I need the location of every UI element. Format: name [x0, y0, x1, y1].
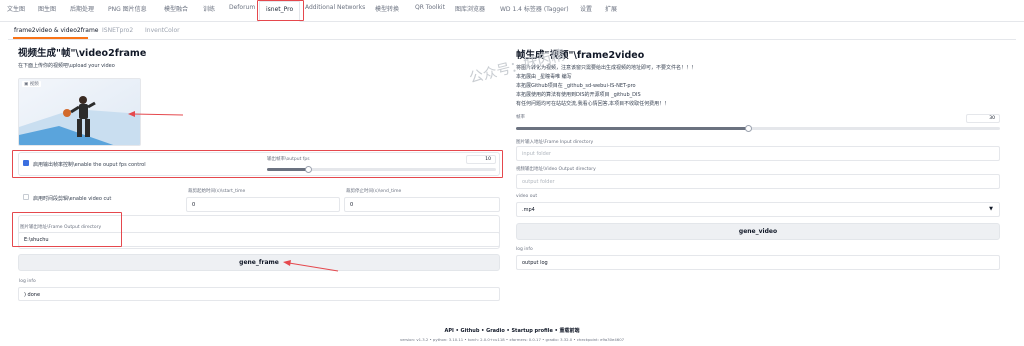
subtab-frame2video[interactable]: frame2video & video2frame	[14, 27, 99, 34]
video-icon: ▣	[24, 82, 29, 87]
end-time-label: 裁剪停止时间(s)\end_time	[346, 189, 402, 194]
right-fps-input[interactable]: 30	[966, 114, 1000, 123]
video-out-dir-input[interactable]: output folder	[516, 174, 1000, 189]
video-out-select[interactable]: .mp4 ▼	[516, 202, 1000, 217]
right-fps-label: 帧率	[516, 115, 525, 120]
start-time-input[interactable]: 0	[186, 197, 340, 212]
top-tab-bar: 文生图 图生图 后期处理 PNG 图片信息 模型融合 训练 Deforum is…	[0, 0, 1024, 22]
subtab-divider	[8, 39, 1016, 40]
upload-hint: 在下面上传你的视频吧\upload your video	[18, 63, 115, 69]
left-title: 视频生成"帧"\video2frame	[18, 48, 147, 59]
fps-slider-fill	[267, 168, 308, 171]
start-time-label: 裁剪起始时间(s)\start_time	[188, 189, 246, 194]
annotation-arrow-video	[128, 111, 184, 117]
tab-qr-toolkit[interactable]: QR Toolkit	[415, 4, 445, 11]
tab-model-merge[interactable]: 模型融合	[164, 4, 188, 13]
video-out-label: video out	[516, 194, 538, 199]
tab-tagger[interactable]: WD 1.4 标签器 (Tagger)	[500, 4, 569, 13]
video-upload[interactable]: ▣ 视频	[18, 78, 141, 146]
output-dir-label: 图片输出地址\Frame Output directory	[20, 225, 102, 230]
tab-model-convert[interactable]: 模型转换	[375, 4, 399, 13]
subtab-isnetpro2[interactable]: ISNETpro2	[102, 27, 133, 34]
input-dir-input[interactable]: input folder	[516, 146, 1000, 161]
right-desc-3: 本拓展Github项目在 _github_sd-webui-IS-NET-pro	[516, 83, 636, 89]
output-dir-input[interactable]: E:\shuchu	[18, 232, 500, 247]
right-fps-slider-knob[interactable]	[745, 125, 752, 132]
tab-gallery-browser[interactable]: 图库浏览器	[455, 4, 485, 13]
right-desc-5: 有任何问题均可在站站交流,我看心情回答,本项目不收取任何费用！！	[516, 101, 670, 107]
tab-isnet-pro[interactable]: isnet_Pro	[259, 1, 301, 22]
chevron-down-icon: ▼	[989, 206, 993, 212]
video-label: ▣ 视频	[22, 81, 41, 87]
fps-label: 输出帧率\output fps	[267, 157, 310, 162]
gene-frame-button[interactable]: gene_frame	[18, 254, 500, 271]
tab-png-info[interactable]: PNG 图片信息	[108, 4, 147, 13]
tab-extensions[interactable]: 扩展	[605, 4, 617, 13]
end-time-input[interactable]: 0	[344, 197, 500, 212]
cut-checkbox[interactable]	[23, 194, 29, 200]
left-log-output: ) done	[18, 287, 500, 301]
tab-extras[interactable]: 后期处理	[70, 4, 94, 13]
right-desc-4: 本拓展使用的算法有使用到DIS的开源项目 _github_DIS	[516, 92, 641, 98]
right-fps-slider-fill	[516, 127, 748, 130]
video-out-value: .mp4	[522, 207, 535, 213]
video-label-text: 视频	[29, 82, 39, 87]
tab-additional-networks[interactable]: Additional Networks	[305, 4, 365, 11]
tab-img2img[interactable]: 图生图	[38, 4, 56, 13]
tab-txt2img[interactable]: 文生图	[7, 4, 25, 13]
input-dir-label: 图片输入地址\Frame Input directory	[516, 140, 594, 145]
gene-video-button[interactable]: gene_video	[516, 223, 1000, 240]
video-thumbnail	[19, 79, 140, 145]
tab-settings[interactable]: 设置	[580, 4, 592, 13]
footer-links[interactable]: API • Github • Gradio • Startup profile …	[0, 327, 1024, 334]
fps-number-input[interactable]: 10	[466, 155, 496, 164]
left-log-label: log info	[19, 279, 36, 284]
tab-train[interactable]: 训练	[203, 4, 215, 13]
fps-slider-knob[interactable]	[305, 166, 312, 173]
right-log-label: log info	[516, 247, 533, 252]
fps-checkbox-label: 启用输出帧率控制\enable the ouput fps control	[33, 162, 146, 168]
footer-versions: version: v1.3.2 • python: 3.10.11 • torc…	[399, 337, 625, 342]
subtab-inventcolor[interactable]: InventColor	[145, 27, 180, 34]
annotation-arrow-button	[283, 260, 339, 272]
fps-checkbox[interactable]	[23, 160, 29, 166]
cut-checkbox-label: 启用时间段剪辑\enable video cut	[33, 196, 112, 202]
right-log-output: output log	[516, 255, 1000, 270]
tab-deforum[interactable]: Deforum	[229, 4, 255, 11]
video-out-dir-label: 视频输出地址\Video Output directory	[516, 167, 596, 172]
